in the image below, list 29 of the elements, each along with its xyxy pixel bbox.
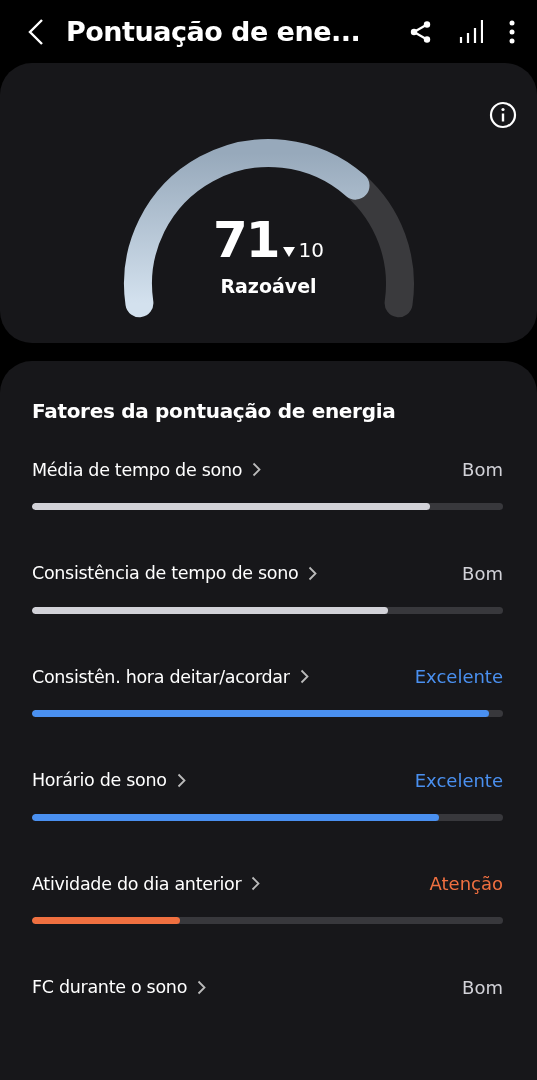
- info-icon[interactable]: [489, 101, 517, 129]
- energy-score: 71: [212, 211, 279, 269]
- factor-link[interactable]: Atividade do dia anterior: [32, 873, 261, 894]
- back-button[interactable]: [28, 17, 44, 46]
- more-options-icon[interactable]: [509, 19, 515, 44]
- chevron-right-icon: [251, 876, 261, 891]
- score-rating: Razoável: [220, 275, 317, 297]
- chevron-right-icon: [308, 565, 318, 581]
- factor-status: Excelente: [414, 769, 503, 791]
- factor-status: Bom: [462, 976, 503, 998]
- chevron-right-icon: [176, 772, 186, 788]
- factor-status: Bom: [462, 459, 503, 480]
- page-title: Pontuação de ene...: [66, 16, 362, 47]
- factor-status: Excelente: [414, 666, 503, 687]
- chevron-right-icon: [252, 462, 262, 477]
- factor-status: Atenção: [429, 873, 503, 894]
- section-title: Fatores da pontuação de energia: [32, 399, 397, 423]
- chevron-right-icon: [299, 669, 309, 684]
- down-triangle-icon: [282, 247, 295, 257]
- factor-link[interactable]: Consistência de tempo de sono: [32, 563, 318, 583]
- chevron-right-icon: [197, 979, 207, 995]
- score-change: 10: [298, 238, 324, 262]
- bar-chart-icon[interactable]: [459, 18, 483, 45]
- factor-link[interactable]: FC durante o sono: [32, 977, 207, 997]
- factor-link[interactable]: Média de tempo de sono: [32, 459, 262, 480]
- factor-link[interactable]: Consistên. hora deitar/acordar: [32, 666, 309, 687]
- share-icon[interactable]: [409, 19, 433, 44]
- factor-status: Bom: [462, 562, 503, 584]
- factor-link[interactable]: Horário de sono: [32, 770, 186, 790]
